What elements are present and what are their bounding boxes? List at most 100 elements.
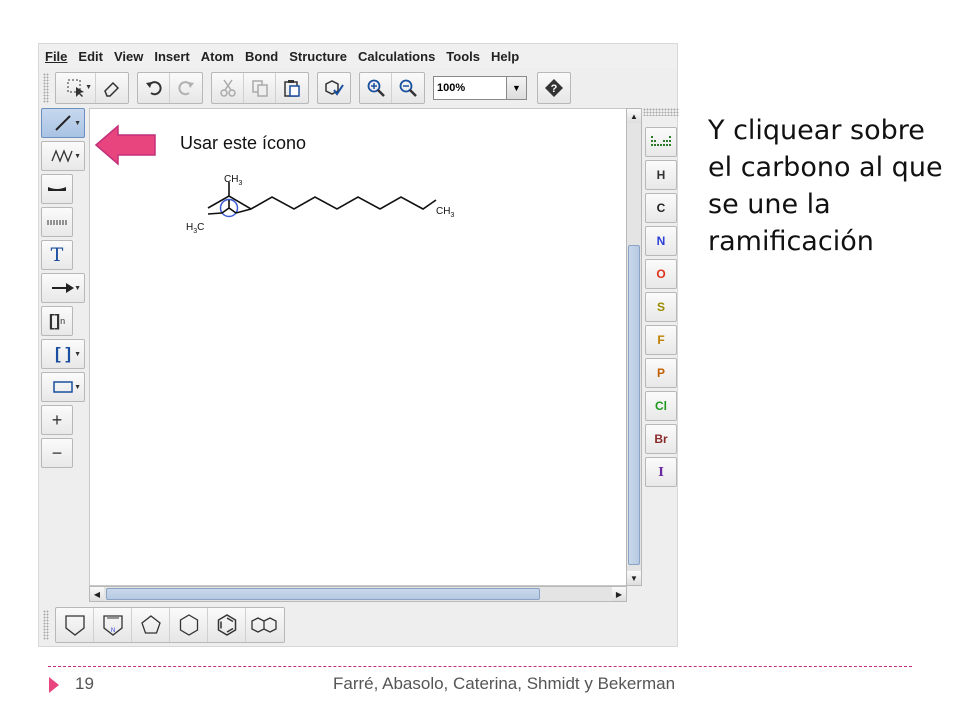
chain-tool[interactable]: ▼ <box>41 141 85 171</box>
element-f-button[interactable]: F <box>645 325 677 355</box>
vertical-scroll-thumb[interactable] <box>628 245 640 565</box>
element-c-label: C <box>656 201 666 215</box>
menu-edit[interactable]: Edit <box>78 49 103 64</box>
redo-button[interactable] <box>170 73 202 103</box>
reaction-arrow-tool[interactable]: ▼ <box>41 273 85 303</box>
scroll-up-icon[interactable]: ▲ <box>627 109 641 123</box>
eraser-icon <box>104 81 120 97</box>
single-bond-icon <box>55 115 71 131</box>
element-cl-button[interactable]: Cl <box>645 391 677 421</box>
menu-tools[interactable]: Tools <box>446 49 480 64</box>
minus-charge-label: − <box>51 442 63 463</box>
template-button-pentagon[interactable] <box>132 608 170 642</box>
zoom-out-button[interactable] <box>392 73 424 103</box>
zoom-select[interactable]: 100% ▼ <box>433 76 527 100</box>
single-bond-tool[interactable]: ▼ <box>41 108 85 138</box>
vertical-scrollbar[interactable]: ▲ ▼ <box>626 108 642 586</box>
element-o-button[interactable]: O <box>645 259 677 289</box>
slide-number: 19 <box>75 674 94 693</box>
footer-authors: Farré, Abasolo, Caterina, Shmidt y Beker… <box>333 674 676 693</box>
help-icon: ? <box>545 79 563 97</box>
h3c-left-label: H3C <box>186 222 204 235</box>
element-n-button[interactable]: N <box>645 226 677 256</box>
menu-insert[interactable]: Insert <box>154 49 189 64</box>
main-toolbar: ▼ 100% ▼ ? <box>39 69 677 107</box>
decrease-charge-tool[interactable]: − <box>41 438 73 468</box>
text-tool[interactable]: T <box>41 240 73 270</box>
sgroup-tool-label: [ ] <box>54 344 72 363</box>
template-button-hexagon[interactable] <box>170 608 208 642</box>
chain-start-bond <box>235 208 252 214</box>
clean-button[interactable] <box>318 73 350 103</box>
element-br-button[interactable]: Br <box>645 424 677 454</box>
help-button[interactable]: ? <box>538 73 570 103</box>
toolbar-grip[interactable] <box>43 73 49 103</box>
toolbar-group-select: ▼ <box>55 72 129 104</box>
element-s-button[interactable]: S <box>645 292 677 322</box>
palette-grip[interactable] <box>643 108 679 116</box>
element-i-button[interactable]: I <box>645 457 677 487</box>
template-button-naphthalene[interactable] <box>246 608 284 642</box>
zoom-value[interactable]: 100% <box>434 77 506 99</box>
scroll-right-icon[interactable]: ▶ <box>612 587 626 601</box>
menu-help[interactable]: Help <box>491 49 519 64</box>
template-button-benzene[interactable] <box>208 608 246 642</box>
template-button-pyrrole[interactable]: N <box>94 608 132 642</box>
increase-charge-tool[interactable]: + <box>41 405 73 435</box>
toolbar-group-clipboard <box>211 72 309 104</box>
element-h-button[interactable]: H <box>645 160 677 190</box>
element-palette: H C N O S F P Cl Br I <box>643 108 679 598</box>
cut-button[interactable] <box>212 73 244 103</box>
paste-button[interactable] <box>276 73 308 103</box>
chain-icon <box>51 149 73 163</box>
molecule-structure: CH3 H3C CH3 <box>186 174 454 235</box>
zoom-in-button[interactable] <box>360 73 392 103</box>
element-o-label: O <box>656 267 666 281</box>
menubar: File Edit View Insert Atom Bond Structur… <box>39 44 677 68</box>
menu-file[interactable]: File <box>45 49 67 64</box>
element-p-button[interactable]: P <box>645 358 677 388</box>
chevron-down-icon[interactable]: ▼ <box>506 77 526 99</box>
bracket-tool[interactable]: [] n <box>41 306 73 336</box>
ch3-top-label: CH3 <box>224 174 242 187</box>
pink-arrow-icon <box>94 124 156 166</box>
periodic-table-button[interactable] <box>645 127 677 157</box>
element-p-label: P <box>656 366 665 380</box>
scroll-down-icon[interactable]: ▼ <box>627 571 641 585</box>
menu-view[interactable]: View <box>114 49 143 64</box>
rectangle-tool[interactable]: ▼ <box>41 372 85 402</box>
left-tool-palette: ▼ ▼ T ▼ [] n [ ] ▼ ▼ + − <box>39 108 89 598</box>
horizontal-scroll-thumb[interactable] <box>106 588 540 600</box>
svg-text:N: N <box>110 628 114 634</box>
menu-structure[interactable]: Structure <box>289 49 347 64</box>
horizontal-scrollbar[interactable]: ◀ ▶ <box>89 586 627 602</box>
toolbar-group-zoom <box>359 72 425 104</box>
svg-text:?: ? <box>551 83 558 95</box>
menu-calculations[interactable]: Calculations <box>358 49 435 64</box>
element-s-label: S <box>656 300 665 314</box>
hashed-bond-icon <box>47 220 67 225</box>
zoom-out-icon <box>399 79 417 97</box>
ch3-right-label: CH3 <box>436 206 454 219</box>
element-br-label: Br <box>654 432 668 446</box>
sgroup-bracket-tool[interactable]: [ ] ▼ <box>41 339 85 369</box>
template-toolbar: N <box>39 604 677 646</box>
menu-bond[interactable]: Bond <box>245 49 278 64</box>
select-button[interactable]: ▼ <box>56 73 96 103</box>
scroll-left-icon[interactable]: ◀ <box>90 587 104 601</box>
menu-atom[interactable]: Atom <box>201 49 234 64</box>
element-cl-label: Cl <box>655 399 667 413</box>
element-c-button[interactable]: C <box>645 193 677 223</box>
template-button-cyclopentane[interactable] <box>56 608 94 642</box>
bracket-tool-label: [] <box>48 311 61 330</box>
wedge-bond-tool[interactable] <box>41 174 73 204</box>
text-tool-label: T <box>50 244 64 266</box>
hashed-bond-tool[interactable] <box>41 207 73 237</box>
methyl-bond-left <box>207 212 223 215</box>
template-toolbar-grip[interactable] <box>43 610 49 640</box>
undo-button[interactable] <box>138 73 170 103</box>
plus-charge-label: + <box>51 409 63 430</box>
copy-button[interactable] <box>244 73 276 103</box>
erase-button[interactable] <box>96 73 128 103</box>
rectangle-icon <box>53 381 73 393</box>
